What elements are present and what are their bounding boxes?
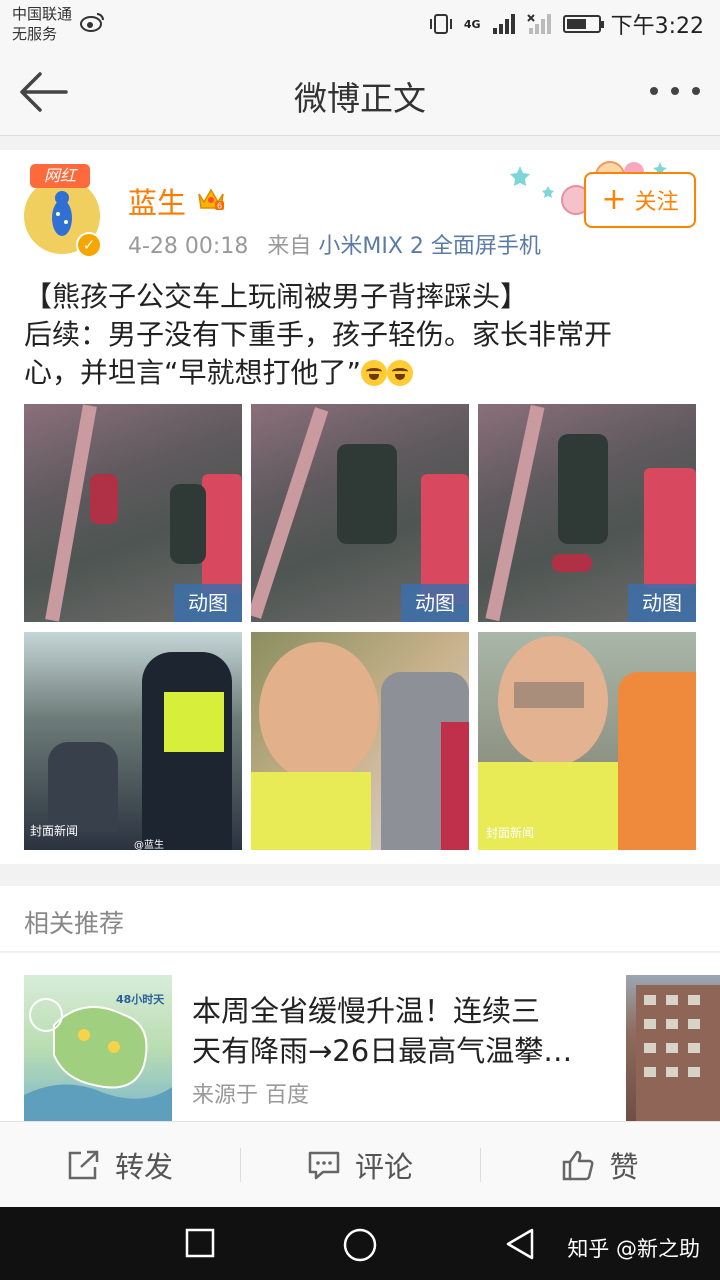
post-headline: 【熊孩子公交车上玩闹被男子背摔踩头】 — [24, 280, 529, 313]
svg-text:6: 6 — [217, 202, 222, 211]
battery-icon — [562, 15, 604, 33]
source-prefix: 来自 — [267, 234, 312, 259]
thumb-caption: 48小时天 — [116, 993, 165, 1006]
status-bar: 中国联通 无服务 4G 下午3:22 — [0, 0, 720, 50]
service-status: 无服务 — [12, 25, 58, 43]
no-signal-icon — [526, 14, 551, 34]
building-photo — [626, 975, 720, 1121]
signal-icon — [492, 14, 515, 34]
related-thumbnail: 48小时天 — [24, 975, 172, 1121]
related-title: 本周全省缓慢升温！连续三 天有降雨→26日最高气温攀… — [192, 991, 612, 1071]
post-meta: 4-28 00:18 来自 小米MIX 2 全面屏手机 — [128, 228, 541, 260]
crown-icon: 6 — [198, 188, 224, 211]
status-icons: 4G 下午3:22 — [428, 8, 704, 40]
post-text: 【熊孩子公交车上玩闹被男子背摔踩头】 后续：男子没有下重手，孩子轻伤。家长非常开… — [24, 278, 696, 392]
gif-thumbnail[interactable]: 动图 — [24, 404, 242, 622]
post-body-line: 心，并坦言“早就想打他了” — [24, 356, 362, 389]
gif-badge: 动图 — [628, 584, 696, 622]
carrier-name: 中国联通 — [12, 5, 73, 23]
post-source-link[interactable]: 小米MIX 2 全面屏手机 — [318, 234, 541, 259]
child-shirt — [251, 772, 371, 850]
comment-button[interactable]: 评论 — [240, 1122, 480, 1207]
comment-icon — [308, 1151, 340, 1179]
mosaic-blur — [514, 682, 584, 708]
carrier-info: 中国联通 无服务 — [12, 4, 72, 44]
more-dot-icon — [650, 87, 658, 95]
repost-button[interactable]: 转发 — [0, 1122, 240, 1207]
weibo-notification-icon — [80, 13, 104, 32]
source-watermark: 知乎 @新之助 — [567, 1237, 700, 1261]
plus-icon: + — [601, 182, 627, 217]
photo-thumbnail[interactable]: 封面新闻 — [478, 632, 696, 850]
back-triangle-icon[interactable] — [504, 1227, 536, 1261]
related-title-line: 天有降雨→26日最高气温攀… — [192, 1034, 573, 1068]
post-body-line: 后续：男子没有下重手，孩子轻伤。家长非常开 — [24, 318, 613, 351]
follow-button[interactable]: + 关注 — [584, 172, 696, 228]
navigation-bar: 微博正文 — [0, 50, 720, 136]
page-title: 微博正文 — [294, 79, 426, 118]
verified-badge-icon: ✓ — [76, 232, 102, 258]
related-heading: 相关推荐 — [24, 909, 125, 938]
vibrate-icon — [429, 14, 452, 34]
laugh-cry-emoji-icon — [387, 360, 414, 386]
repost-label: 转发 — [114, 1149, 173, 1184]
laugh-cry-emoji-icon — [361, 360, 388, 386]
image-watermark: 封面新闻 — [30, 824, 79, 838]
repost-icon — [68, 1150, 99, 1179]
home-icon[interactable] — [342, 1227, 378, 1263]
system-navigation-bar: 知乎 @新之助 — [0, 1207, 720, 1280]
photo-thumbnail[interactable] — [251, 632, 469, 850]
image-watermark: @蓝生 — [134, 840, 164, 850]
reflective-vest — [164, 692, 224, 752]
post-timestamp: 4-28 00:18 — [128, 234, 249, 259]
related-section-header: 相关推荐 — [0, 886, 720, 952]
gif-badge: 动图 — [174, 584, 242, 622]
gif-badge: 动图 — [401, 584, 469, 622]
network-type: 4G — [463, 17, 481, 31]
clock: 下午3:22 — [610, 14, 704, 39]
gif-thumbnail[interactable]: 动图 — [251, 404, 469, 622]
more-options-button[interactable] — [650, 76, 700, 106]
username[interactable]: 蓝生 — [128, 180, 186, 222]
child-head — [259, 642, 379, 782]
more-dot-icon — [692, 87, 700, 95]
related-title-line: 本周全省缓慢升温！连续三 — [192, 994, 541, 1028]
related-source: 来源于 百度 — [192, 1083, 309, 1108]
thumbs-up-icon — [563, 1150, 594, 1180]
image-watermark: 封面新闻 — [486, 826, 535, 840]
like-label: 赞 — [609, 1149, 639, 1184]
photo-thumbnail[interactable]: 封面新闻 @蓝生 — [24, 632, 242, 850]
post-body-line-with-emoji: 心，并坦言“早就想打他了” — [24, 354, 696, 392]
follow-label: 关注 — [634, 190, 679, 215]
gif-thumbnail[interactable]: 动图 — [478, 404, 696, 622]
post-action-bar: 转发 评论 赞 — [0, 1121, 720, 1207]
more-dot-icon — [671, 87, 679, 95]
recent-apps-icon[interactable] — [184, 1227, 216, 1259]
weibo-post: 网红 ✓ 蓝生 6 4-28 00:18 来自 小米MIX 2 全面屏手机 + … — [0, 150, 720, 864]
internet-celebrity-badge: 网红 — [30, 164, 90, 188]
comment-label: 评论 — [354, 1149, 413, 1184]
image-grid: 动图 动图 动图 封面新闻 @蓝生 封面新闻 — [24, 404, 696, 850]
like-button[interactable]: 赞 — [480, 1122, 720, 1207]
related-article[interactable]: 48小时天 本周全省缓慢升温！连续三 天有降雨→26日最高气温攀… 来源于 百度 — [0, 953, 720, 1121]
